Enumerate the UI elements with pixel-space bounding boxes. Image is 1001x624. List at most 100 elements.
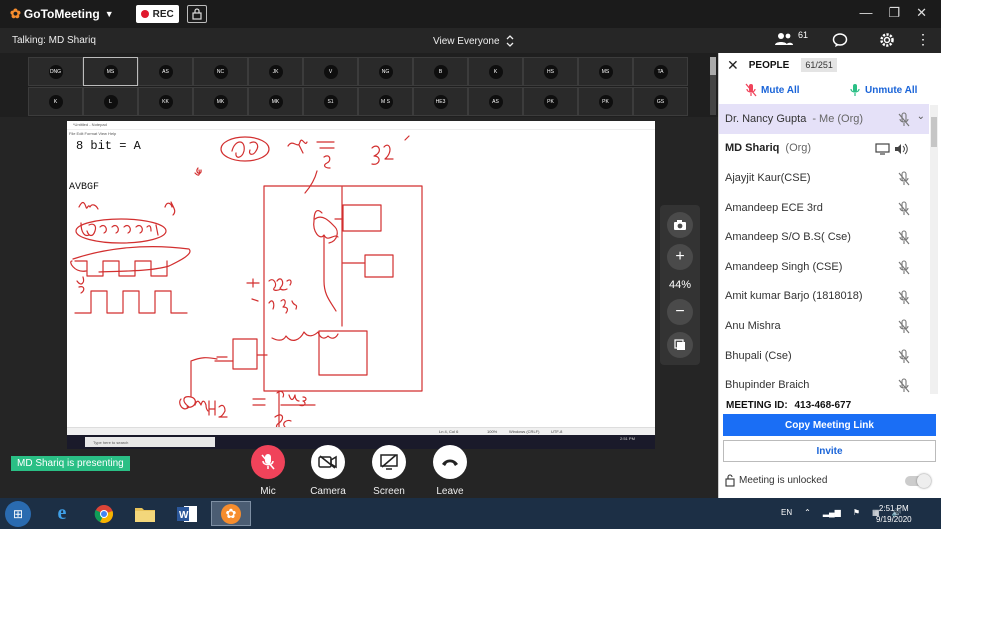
- zoom-in-button[interactable]: +: [667, 244, 693, 270]
- participant-thumbnail[interactable]: K: [468, 57, 523, 86]
- chat-icon[interactable]: [832, 32, 848, 48]
- invite-button[interactable]: Invite: [723, 440, 936, 462]
- participant-thumbnail[interactable]: MS: [83, 57, 138, 86]
- participant-item[interactable]: Ajayjit Kaur(CSE): [719, 163, 929, 193]
- participant-thumbnail[interactable]: DNG: [28, 57, 83, 86]
- status-encoding: UTF-8: [551, 429, 563, 434]
- screen-button[interactable]: [372, 445, 406, 479]
- chevron-up-icon[interactable]: ⌃: [804, 508, 811, 517]
- participant-thumbnail[interactable]: M S: [358, 87, 413, 116]
- participant-thumbnail[interactable]: AS: [468, 87, 523, 116]
- camera-control[interactable]: Camera: [302, 445, 354, 497]
- camera-off-icon: [318, 455, 337, 469]
- gear-icon[interactable]: [878, 31, 896, 49]
- more-options-icon[interactable]: ⋮: [916, 31, 930, 48]
- participant-thumbnail[interactable]: AS: [138, 57, 193, 86]
- leave-control[interactable]: Leave: [424, 445, 476, 497]
- avatar: HE3: [433, 94, 448, 109]
- thumbnail-scrollbar[interactable]: [710, 57, 716, 115]
- view-everyone-selector[interactable]: View Everyone: [433, 35, 514, 47]
- close-panel-icon[interactable]: ✕: [727, 57, 739, 74]
- mic-muted-icon[interactable]: [897, 171, 911, 190]
- restore-icon[interactable]: ❐: [888, 5, 900, 21]
- minimize-icon[interactable]: —: [859, 5, 872, 21]
- close-icon[interactable]: ✕: [916, 5, 927, 21]
- participant-thumbnail[interactable]: V: [303, 57, 358, 86]
- mic-muted-icon[interactable]: [897, 319, 911, 338]
- mute-all-button[interactable]: Mute All: [745, 83, 800, 97]
- camera-button[interactable]: [311, 445, 345, 479]
- participant-thumbnail[interactable]: KK: [138, 87, 193, 116]
- snapshot-button[interactable]: [667, 212, 693, 238]
- people-icon[interactable]: [774, 32, 794, 46]
- start-button[interactable]: ⊞: [5, 501, 31, 527]
- participant-item[interactable]: Dr. Nancy Gupta - Me (Org) ⌄: [719, 104, 929, 134]
- language-indicator[interactable]: EN: [781, 508, 792, 517]
- participant-thumbnail[interactable]: PK: [578, 87, 633, 116]
- participant-thumbnail[interactable]: HS: [523, 57, 578, 86]
- app-menu[interactable]: ✿ GoToMeeting ▼: [10, 6, 114, 22]
- participant-item[interactable]: Anu Mishra: [719, 311, 929, 341]
- mic-muted-icon[interactable]: [897, 112, 911, 131]
- unmute-all-button[interactable]: Unmute All: [849, 83, 917, 97]
- participant-thumbnail[interactable]: MK: [193, 87, 248, 116]
- participant-thumbnail[interactable]: NC: [193, 57, 248, 86]
- taskbar-app-explorer[interactable]: [125, 501, 165, 526]
- participant-thumbnail[interactable]: L: [83, 87, 138, 116]
- participant-item[interactable]: Bhupali (Cse): [719, 341, 929, 371]
- participant-thumbnail[interactable]: K: [28, 87, 83, 116]
- svg-text:W: W: [179, 510, 189, 521]
- participant-thumbnail[interactable]: B: [413, 57, 468, 86]
- leave-label: Leave: [436, 486, 464, 497]
- flag-icon[interactable]: ⚑: [853, 508, 860, 517]
- presenting-audio-icon[interactable]: [875, 142, 909, 159]
- participant-name: Amandeep S/O B.S( Cse): [725, 231, 851, 244]
- participant-item[interactable]: Amit kumar Barjo (1818018): [719, 282, 929, 312]
- participant-thumbnail[interactable]: HE3: [413, 87, 468, 116]
- chevron-down-icon[interactable]: ⌄: [917, 111, 925, 122]
- participant-item[interactable]: Amandeep Singh (CSE): [719, 252, 929, 282]
- participant-item[interactable]: MD Shariq (Org): [719, 134, 929, 164]
- fit-screen-button[interactable]: [667, 332, 693, 358]
- leave-button[interactable]: [433, 445, 467, 479]
- taskbar-app-chrome[interactable]: [84, 501, 124, 526]
- participant-thumbnail[interactable]: PK: [523, 87, 578, 116]
- mic-control[interactable]: Mic: [242, 445, 294, 497]
- mic-muted-icon[interactable]: [897, 349, 911, 368]
- mic-muted-icon[interactable]: [897, 230, 911, 249]
- participant-item[interactable]: Amandeep ECE 3rd: [719, 193, 929, 223]
- copy-window-icon: [674, 339, 685, 350]
- participant-thumbnail[interactable]: NG: [358, 57, 413, 86]
- participant-item[interactable]: Amandeep S/O B.S( Cse): [719, 222, 929, 252]
- recording-button[interactable]: REC: [135, 5, 179, 23]
- screen-control[interactable]: Screen: [363, 445, 415, 497]
- participant-thumbnail[interactable]: GS: [633, 87, 688, 116]
- taskbar-app-word[interactable]: W: [167, 501, 207, 526]
- signal-icon[interactable]: ▂▄▆: [823, 508, 841, 517]
- taskbar-app-ie[interactable]: e: [42, 501, 82, 526]
- participant-thumbnail[interactable]: JK: [248, 57, 303, 86]
- panel-header-icons: 61 ⋮: [718, 28, 941, 53]
- mic-muted-icon[interactable]: [897, 201, 911, 220]
- mic-muted-icon[interactable]: [897, 260, 911, 279]
- unlock-icon: [725, 474, 735, 487]
- mic-muted-icon[interactable]: [897, 290, 911, 309]
- participant-scrollbar[interactable]: [930, 105, 938, 394]
- mic-button[interactable]: [251, 445, 285, 479]
- participant-thumbnail[interactable]: TA: [633, 57, 688, 86]
- mic-muted-icon[interactable]: [897, 378, 911, 394]
- meeting-lock-toggle[interactable]: [905, 474, 931, 488]
- participant-item[interactable]: Bhupinder Braich: [719, 370, 929, 394]
- participant-thumbnail[interactable]: S1: [303, 87, 358, 116]
- meeting-id-label: MEETING ID:: [726, 400, 788, 411]
- taskbar-app-gotomeeting[interactable]: ✿: [211, 501, 251, 526]
- participant-thumbnail[interactable]: MS: [578, 57, 633, 86]
- word-icon: W: [177, 505, 197, 522]
- participant-thumbnail[interactable]: MK: [248, 87, 303, 116]
- taskbar-clock[interactable]: 2:51 PM 9/19/2020: [876, 503, 912, 525]
- copy-meeting-link-button[interactable]: Copy Meeting Link: [723, 414, 936, 436]
- taskbar-time: 2:51 PM: [878, 504, 909, 513]
- lock-meeting-button[interactable]: [186, 5, 207, 23]
- avatar: NG: [378, 64, 393, 79]
- zoom-out-button[interactable]: −: [667, 299, 693, 325]
